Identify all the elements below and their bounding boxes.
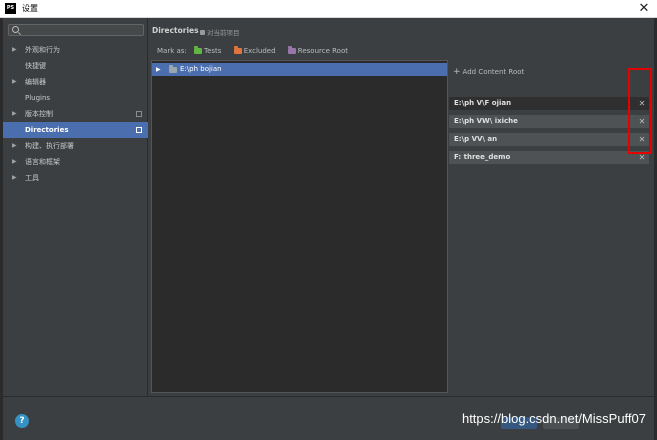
expand-arrow-icon[interactable]: ▶ <box>12 154 17 170</box>
project-scope-icon <box>200 30 205 35</box>
project-scope-icon <box>136 127 142 133</box>
mark-excluded-button[interactable]: Excluded <box>233 46 281 55</box>
sidebar-item-label: Plugins <box>25 94 51 102</box>
expand-arrow-icon[interactable]: ▶ <box>12 138 17 154</box>
mark-tests-label: Tests <box>204 47 222 55</box>
annotation-highlight-box <box>628 68 652 154</box>
plus-icon: + <box>453 67 461 77</box>
folder-icon <box>169 65 177 73</box>
window-title: 设置 <box>22 4 38 13</box>
sidebar-item-editor[interactable]: ▶ 编辑器 <box>3 74 148 90</box>
sidebar-item-label: Directories <box>25 126 69 134</box>
watermark: https://blog.csdn.net/MissPuff07 <box>461 411 646 426</box>
sidebar-item-version-control[interactable]: ▶ 版本控制 <box>3 106 148 122</box>
settings-sidebar: ▶ 外观和行为 快捷键 ▶ 编辑器 Plugins ▶ 版本控制 Directo… <box>3 18 148 396</box>
sidebar-item-label: 编辑器 <box>25 78 46 86</box>
page-title: Directories <box>152 26 199 35</box>
sidebar-item-plugins[interactable]: Plugins <box>3 90 148 106</box>
app-icon: PS <box>5 3 16 14</box>
settings-nav: ▶ 外观和行为 快捷键 ▶ 编辑器 Plugins ▶ 版本控制 Directo… <box>3 42 148 186</box>
expand-arrow-icon[interactable]: ▶ <box>12 106 17 122</box>
mark-tests-button[interactable]: Tests <box>194 46 226 55</box>
mark-resource-root-button[interactable]: Resource Root <box>287 46 353 55</box>
content-root-path: E:\ph V\F ojian <box>454 99 512 107</box>
mark-as-label: Mark as: <box>157 47 187 55</box>
help-icon[interactable]: ? <box>15 414 29 428</box>
search-box[interactable] <box>8 24 144 36</box>
expand-arrow-icon[interactable]: ▶ <box>12 42 17 58</box>
dialog-footer: ? https://blog.csdn.net/MissPuff07 <box>3 396 654 440</box>
content-roots-panel: + Add Content Root E:\ph V\F ojian ✕ E:\p… <box>449 60 653 393</box>
window-title-bar: PS 设置 ✕ <box>0 0 657 18</box>
search-input[interactable] <box>23 25 141 35</box>
content-root-item[interactable]: F: three_demo ✕ <box>449 151 649 164</box>
sidebar-item-keymap[interactable]: 快捷键 <box>3 58 148 74</box>
expand-arrow-icon[interactable]: ▶ <box>12 170 17 186</box>
content-root-item[interactable]: E:\p VV\ an ✕ <box>449 133 649 146</box>
tests-folder-icon <box>194 46 203 54</box>
excluded-folder-icon <box>233 46 242 54</box>
project-scope-icon <box>136 111 142 117</box>
mark-resource-root-label: Resource Root <box>297 47 348 55</box>
directory-tree[interactable]: ▶ E:\ph bojian <box>151 60 448 393</box>
directories-panel: Directories 对当前项目 Mark as: Tests Exclude… <box>149 18 654 396</box>
mark-as-toolbar: Mark as: Tests Excluded Resource Root <box>157 46 358 55</box>
add-content-root-button[interactable]: + Add Content Root <box>453 67 524 77</box>
expand-arrow-icon[interactable]: ▶ <box>156 63 161 76</box>
add-content-root-label: Add Content Root <box>462 68 525 76</box>
search-icon <box>12 26 19 33</box>
close-window-button[interactable]: ✕ <box>637 0 651 17</box>
content-root-item[interactable]: E:\ph VW\ ixiche ✕ <box>449 115 649 128</box>
scope-label: 对当前项目 <box>200 27 240 37</box>
tree-row-label: E:\ph bojian <box>180 65 222 73</box>
sidebar-item-label: 快捷键 <box>25 62 46 70</box>
content-root-path: E:\ph VW\ ixiche <box>454 117 518 125</box>
sidebar-item-languages-frameworks[interactable]: ▶ 语言和框架 <box>3 154 148 170</box>
content-root-path: E:\p VV\ an <box>454 135 498 143</box>
resource-folder-icon <box>287 46 296 54</box>
sidebar-item-label: 语言和框架 <box>25 158 60 166</box>
content-root-path: F: three_demo <box>454 153 511 161</box>
content-root-item[interactable]: E:\ph V\F ojian ✕ <box>449 97 649 110</box>
sidebar-item-tools[interactable]: ▶ 工具 <box>3 170 148 186</box>
sidebar-item-label: 工具 <box>25 174 39 182</box>
tree-row[interactable]: ▶ E:\ph bojian <box>152 63 447 76</box>
scope-text: 对当前项目 <box>207 29 240 37</box>
mark-excluded-label: Excluded <box>243 47 276 55</box>
sidebar-item-directories[interactable]: Directories <box>3 122 148 138</box>
sidebar-item-label: 外观和行为 <box>25 46 60 54</box>
sidebar-item-label: 构建、执行部署 <box>25 142 74 150</box>
expand-arrow-icon[interactable]: ▶ <box>12 74 17 90</box>
sidebar-item-build-execution-deployment[interactable]: ▶ 构建、执行部署 <box>3 138 148 154</box>
sidebar-item-label: 版本控制 <box>25 110 53 118</box>
sidebar-item-appearance[interactable]: ▶ 外观和行为 <box>3 42 148 58</box>
